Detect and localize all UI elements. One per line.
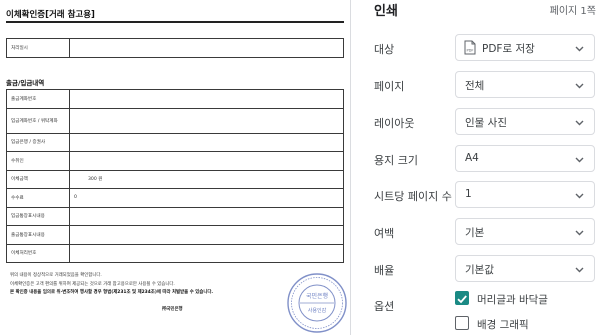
destination-select[interactable]: PDF PDF로 저장 <box>455 34 595 61</box>
row-value <box>69 243 344 263</box>
row-value <box>69 89 344 109</box>
date-value <box>69 38 344 58</box>
chevron-down-icon <box>575 267 584 273</box>
pages-per-sheet-select[interactable]: 1 <box>455 181 595 208</box>
scale-label: 배율 <box>374 264 395 277</box>
row-value <box>69 151 344 171</box>
headers-footers-label[interactable]: 머리글과 바닥글 <box>477 292 548 307</box>
layout-label: 레이아웃 <box>374 117 415 130</box>
table-row: 이체금액 300 원 <box>6 169 344 189</box>
options-label: 옵션 <box>374 300 395 313</box>
row-label: 입금계좌번호 / 위탁계좌 <box>6 107 70 134</box>
date-label: 처리일시 <box>6 38 70 58</box>
row-label: 입금은행 / 증권사 <box>6 132 70 152</box>
chevron-down-icon <box>575 193 584 199</box>
seal-text-top: 국민은행 <box>306 292 328 300</box>
pages-label: 페이지 <box>374 80 405 93</box>
table-row: 입금계좌번호 / 위탁계좌 <box>6 107 344 134</box>
chevron-down-icon <box>575 46 584 52</box>
row-label: 이체처리번호 <box>6 243 70 263</box>
notes: 위의 내용이 정상적으로 거래되었음을 확인합니다. 이체확인증은 고객 편의를… <box>10 272 300 298</box>
pages-value: 전체 <box>465 80 485 92</box>
table-row: 수취인 <box>6 151 344 171</box>
row-label: 입금통장표시내용 <box>6 206 70 226</box>
bank-seal-stamp: 국민은행 사용인감 <box>287 273 347 333</box>
scale-select[interactable]: 기본값 <box>455 255 595 282</box>
pages-select[interactable]: 전체 <box>455 71 595 98</box>
chevron-down-icon <box>575 157 584 163</box>
print-preview: 이체확인증[거래 참고용] 처리일시 출금/입금내역 출금계좌번호 입금계좌번호… <box>0 0 350 335</box>
background-graphics-label[interactable]: 배경 그래픽 <box>477 317 529 332</box>
row-value <box>69 206 344 226</box>
table-row: 이체처리번호 <box>6 243 344 263</box>
margins-value: 기본 <box>465 227 485 239</box>
chevron-down-icon <box>575 230 584 236</box>
checkmark-icon <box>457 295 467 304</box>
table-row: 수수료 0 <box>6 188 344 208</box>
row-value <box>69 225 344 245</box>
pdf-file-icon: PDF <box>464 40 476 55</box>
margins-select[interactable]: 기본 <box>455 218 595 245</box>
pages-per-sheet-value: 1 <box>465 188 472 200</box>
note-line: 본 확인증 내용을 임의로 위·변조하여 행사할 경우 형법(제231조 및 제… <box>10 290 214 295</box>
page-count: 페이지 1쪽 <box>549 6 596 17</box>
layout-value: 인물 사진 <box>465 117 507 129</box>
print-settings-panel: 인쇄 페이지 1쪽 대상 PDF PDF로 저장 페이지 전체 레이아웃 인물 … <box>351 0 600 335</box>
date-table: 처리일시 <box>6 38 344 58</box>
paper-size-value: A4 <box>465 152 479 164</box>
document-title: 이체확인증[거래 참고용] <box>6 10 95 20</box>
seal-text-bottom: 사용인감 <box>308 307 327 314</box>
note-line: 위의 내용이 정상적으로 거래되었음을 확인합니다. <box>10 273 102 278</box>
paper-size-label: 용지 크기 <box>374 154 418 167</box>
section-title: 출금/입금내역 <box>6 79 45 87</box>
transaction-table: 출금계좌번호 입금계좌번호 / 위탁계좌 입금은행 / 증권사 수취인 이체금액… <box>6 89 344 263</box>
table-row: 입금은행 / 증권사 <box>6 132 344 152</box>
destination-value: PDF로 저장 <box>482 43 535 55</box>
scale-value: 기본값 <box>465 264 494 276</box>
note-line: 이체확인증은 고객 편의를 위하여 제공되는 것으로 거래 참고용으로만 사용될… <box>10 281 175 287</box>
row-value <box>69 132 344 152</box>
chevron-down-icon <box>575 83 584 89</box>
destination-label: 대상 <box>374 43 395 56</box>
row-label: 수취인 <box>6 151 70 171</box>
issuer-name: ㈜국민은행 <box>162 307 183 312</box>
row-label: 이체금액 <box>6 169 70 189</box>
title-divider <box>6 21 344 23</box>
chevron-down-icon <box>575 120 584 126</box>
paper-size-select[interactable]: A4 <box>455 145 595 172</box>
row-value: 300 원 <box>69 169 344 189</box>
row-label: 수수료 <box>6 188 70 208</box>
table-row: 출금계좌번호 <box>6 89 344 109</box>
row-label: 출금계좌번호 <box>6 89 70 109</box>
row-label: 출금통장표시내용 <box>6 225 70 245</box>
svg-text:PDF: PDF <box>466 49 473 53</box>
pages-per-sheet-label: 시트당 페이지 수 <box>374 190 452 203</box>
table-row: 입금통장표시내용 <box>6 206 344 226</box>
layout-select[interactable]: 인물 사진 <box>455 108 595 135</box>
row-value: 0 <box>69 188 344 208</box>
margins-label: 여백 <box>374 227 395 240</box>
row-value <box>69 107 344 134</box>
headers-footers-checkbox[interactable] <box>455 291 469 305</box>
background-graphics-checkbox[interactable] <box>455 316 469 330</box>
table-row: 출금통장표시내용 <box>6 225 344 245</box>
print-title: 인쇄 <box>374 4 398 19</box>
